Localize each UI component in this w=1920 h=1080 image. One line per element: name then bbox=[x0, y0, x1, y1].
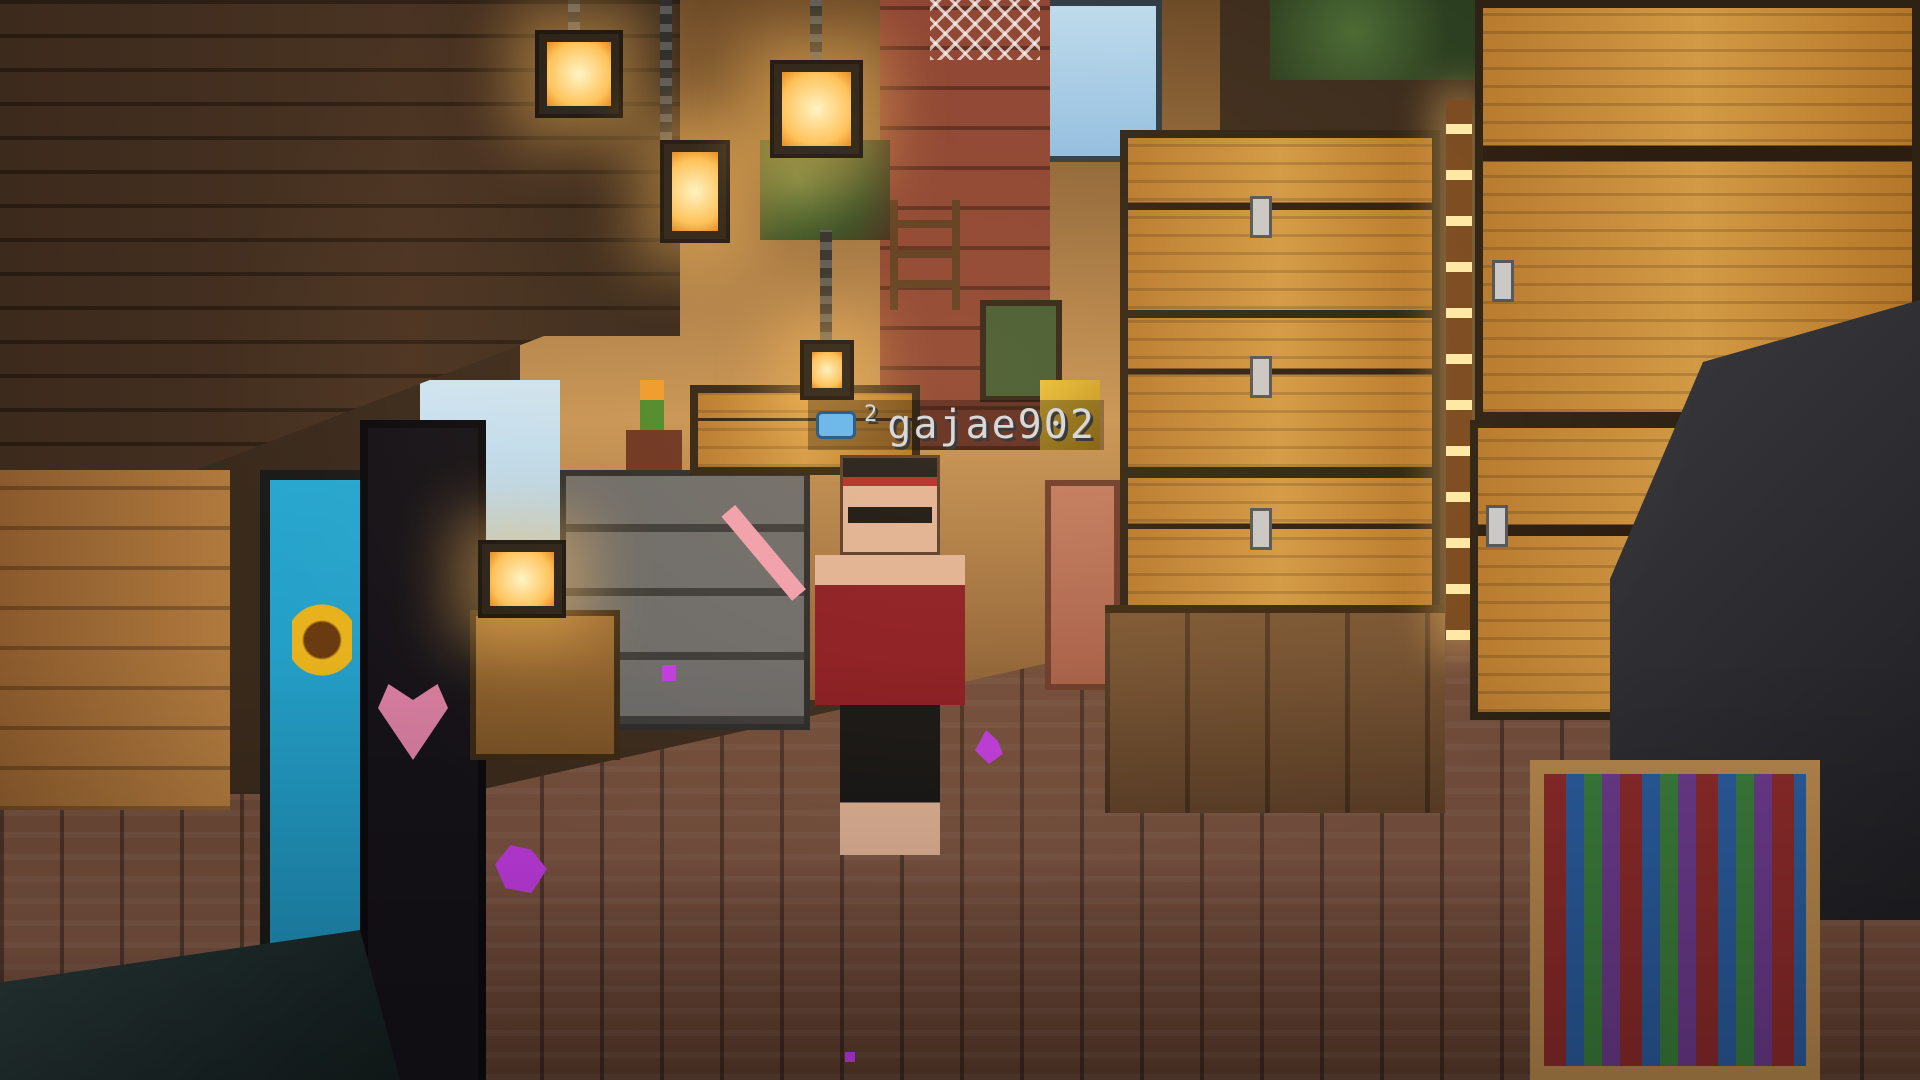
player-legs bbox=[840, 705, 940, 855]
player-nametag: 2 gajae902 bbox=[808, 400, 1104, 450]
chain bbox=[820, 230, 832, 350]
player-sunglasses bbox=[848, 507, 932, 523]
ladder[interactable] bbox=[890, 200, 960, 310]
player-head bbox=[840, 455, 940, 555]
flower-pot bbox=[626, 430, 682, 470]
lantern-icon bbox=[478, 540, 566, 618]
bookshelf[interactable] bbox=[1530, 760, 1820, 1080]
chest-latch bbox=[1250, 196, 1272, 238]
game-scene[interactable]: 2 gajae902 bbox=[0, 0, 1920, 1080]
player-character[interactable] bbox=[721, 455, 985, 855]
portal-particle bbox=[845, 1052, 855, 1062]
lantern-icon bbox=[770, 60, 863, 158]
painting-hearts[interactable] bbox=[360, 420, 486, 1080]
crafting-table[interactable] bbox=[470, 610, 620, 760]
chest-latch bbox=[1250, 356, 1272, 398]
chest-latch bbox=[1492, 260, 1514, 302]
flower-icon bbox=[640, 380, 664, 430]
sunflower-icon bbox=[292, 600, 352, 680]
lantern-icon bbox=[660, 140, 730, 243]
lantern-icon bbox=[800, 340, 854, 400]
chain bbox=[660, 0, 672, 150]
player-level: 2 bbox=[864, 402, 880, 427]
diving-mask-icon bbox=[816, 411, 856, 439]
player-body bbox=[815, 555, 965, 705]
left-wall bbox=[0, 470, 230, 810]
portal-particle bbox=[662, 665, 676, 681]
player-name: gajae902 bbox=[887, 402, 1096, 448]
chest-top[interactable] bbox=[1120, 130, 1440, 335]
chest-latch bbox=[1486, 505, 1508, 547]
leaves-block-top bbox=[1270, 0, 1480, 80]
light-strip bbox=[1446, 100, 1472, 640]
lantern-icon bbox=[535, 30, 623, 118]
chest-latch bbox=[1250, 508, 1272, 550]
chest-middle[interactable] bbox=[1120, 310, 1440, 475]
chest-bottom[interactable] bbox=[1120, 470, 1440, 620]
barrel-row[interactable] bbox=[1105, 605, 1445, 813]
cobweb-icon bbox=[930, 0, 1040, 60]
